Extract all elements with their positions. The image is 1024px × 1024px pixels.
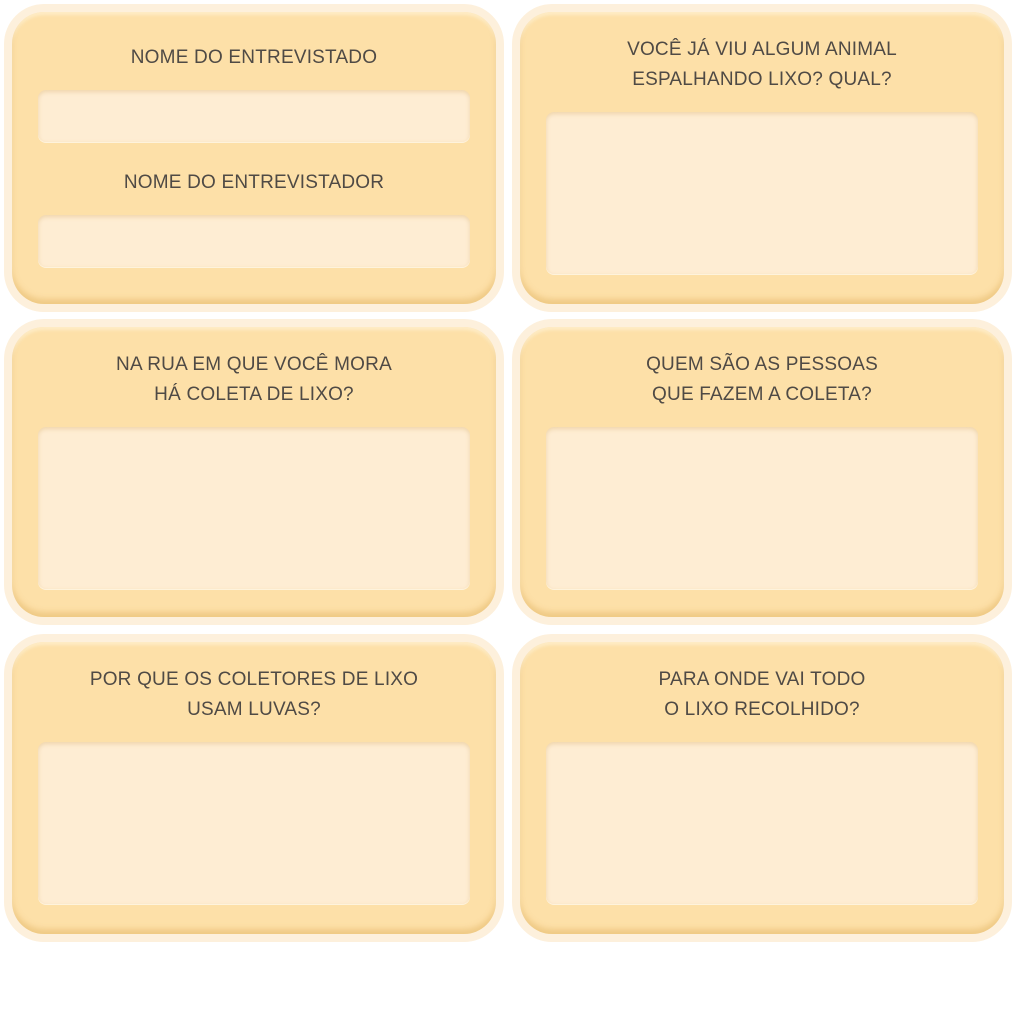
answer-field[interactable] xyxy=(38,427,470,589)
card-gloves-question: POR QUE OS COLETORES DE LIXO USAM LUVAS? xyxy=(12,642,496,934)
answer-field[interactable] xyxy=(38,742,470,904)
question-text: POR QUE OS COLETORES DE LIXO USAM LUVAS? xyxy=(89,669,419,720)
card-interview-names: NOME DO ENTREVISTADO NOME DO ENTREVISTAD… xyxy=(12,12,496,304)
question-text: NA RUA EM QUE VOCÊ MORA HÁ COLETA DE LIX… xyxy=(116,354,392,405)
card-collectors-question: QUEM SÃO AS PESSOAS QUE FAZEM A COLETA? xyxy=(520,327,1004,617)
card-street-collection-question: NA RUA EM QUE VOCÊ MORA HÁ COLETA DE LIX… xyxy=(12,327,496,617)
card-destination-question: PARA ONDE VAI TODO O LIXO RECOLHIDO? xyxy=(520,642,1004,934)
card-animal-question: VOCÊ JÁ VIU ALGUM ANIMAL ESPALHANDO LIXO… xyxy=(520,12,1004,304)
question-text: QUEM SÃO AS PESSOAS QUE FAZEM A COLETA? xyxy=(646,354,878,405)
answer-field[interactable] xyxy=(546,112,978,274)
question-text: PARA ONDE VAI TODO O LIXO RECOLHIDO? xyxy=(658,669,866,720)
interviewee-label: NOME DO ENTREVISTADO xyxy=(130,47,378,68)
answer-field[interactable] xyxy=(546,427,978,589)
interviewer-label: NOME DO ENTREVISTADOR xyxy=(123,172,385,193)
answer-field[interactable] xyxy=(546,742,978,904)
interviewee-name-field[interactable] xyxy=(38,90,470,142)
question-text: VOCÊ JÁ VIU ALGUM ANIMAL ESPALHANDO LIXO… xyxy=(627,39,897,90)
interviewer-name-field[interactable] xyxy=(38,215,470,267)
